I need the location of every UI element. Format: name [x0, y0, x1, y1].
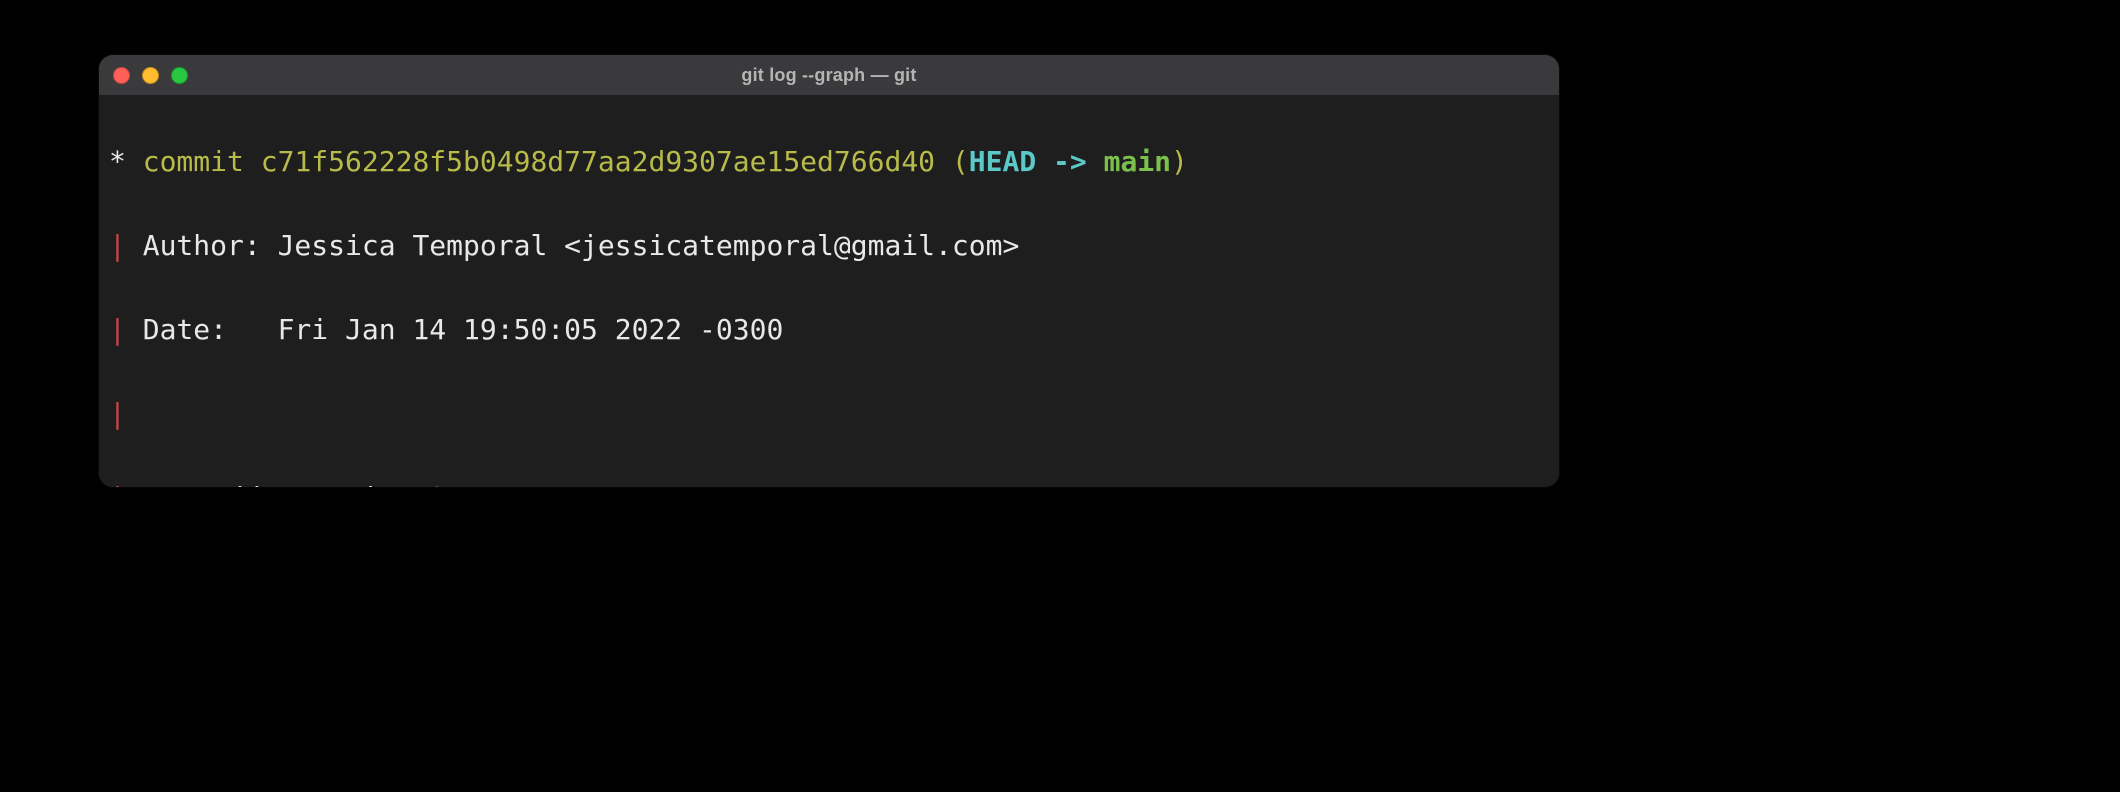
graph-pipe: |: [109, 397, 126, 430]
decor-open: (: [935, 145, 969, 178]
branch-name: main: [1104, 145, 1171, 178]
commit-hash: c71f562228f5b0498d77aa2d9307ae15ed766d40: [261, 145, 935, 178]
commit-message: Adds arquivo-3.txt: [210, 481, 513, 487]
graph-pipe: |: [109, 481, 126, 487]
date-text: Date: Fri Jan 14 19:50:05 2022 -0300: [143, 313, 784, 346]
head-ref: HEAD ->: [969, 145, 1104, 178]
close-icon[interactable]: [113, 67, 130, 84]
decor-close: ): [1171, 145, 1188, 178]
zoom-icon[interactable]: [171, 67, 188, 84]
terminal-window: git log --graph — git * commit c71f56222…: [99, 55, 1559, 487]
graph-pipe: |: [109, 313, 126, 346]
titlebar: git log --graph — git: [99, 55, 1559, 95]
graph-star: *: [109, 145, 126, 178]
traffic-lights: [113, 67, 188, 84]
author-text: Author: Jessica Temporal <jessicatempora…: [143, 229, 1020, 262]
commit-line: * commit c71f562228f5b0498d77aa2d9307ae1…: [109, 141, 1549, 183]
message-line: | Adds arquivo-3.txt: [109, 477, 1549, 487]
commit-label: commit: [143, 145, 244, 178]
terminal-output[interactable]: * commit c71f562228f5b0498d77aa2d9307ae1…: [99, 95, 1559, 487]
graph-pipe: |: [109, 229, 126, 262]
minimize-icon[interactable]: [142, 67, 159, 84]
window-title: git log --graph — git: [99, 65, 1559, 86]
author-line: | Author: Jessica Temporal <jessicatempo…: [109, 225, 1549, 267]
blank-line: |: [109, 393, 1549, 435]
date-line: | Date: Fri Jan 14 19:50:05 2022 -0300: [109, 309, 1549, 351]
